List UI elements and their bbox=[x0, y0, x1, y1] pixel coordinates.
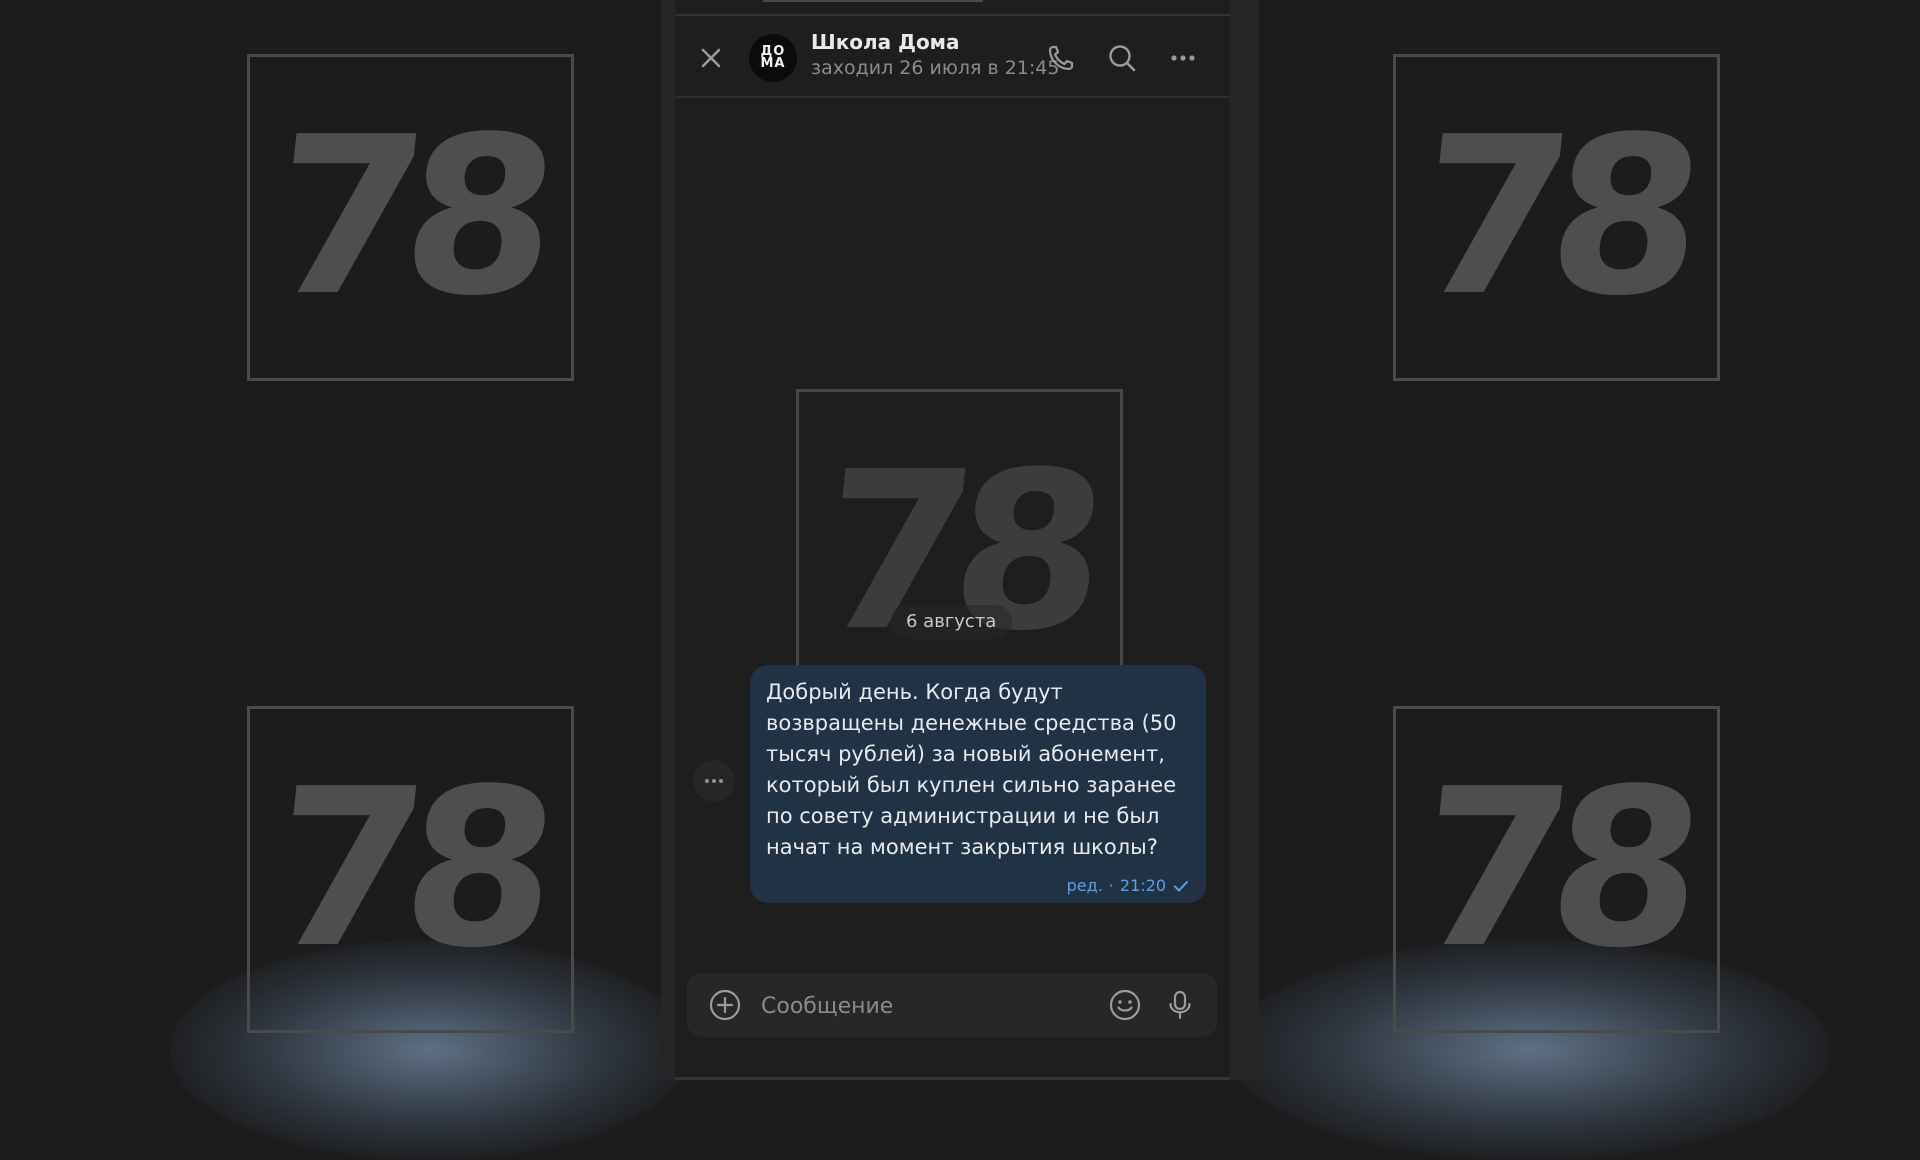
meta-separator: · bbox=[1108, 876, 1114, 895]
background-watermark-logo: 78 bbox=[247, 54, 574, 381]
chat-screen: ДО МА Школа Дома заходил 26 июля в 21:45… bbox=[675, 0, 1230, 1080]
chat-title[interactable]: Школа Дома bbox=[811, 30, 960, 54]
message-input[interactable] bbox=[759, 983, 1103, 1029]
more-icon[interactable] bbox=[1165, 40, 1201, 76]
avatar-text: МА bbox=[760, 56, 786, 71]
background-watermark-logo: 78 bbox=[1393, 54, 1720, 381]
background-watermark-logo: 78 bbox=[247, 706, 574, 1033]
message-meta: ред. · 21:20 bbox=[1067, 876, 1190, 895]
background-watermark-logo: 78 bbox=[1393, 706, 1720, 1033]
message-composer bbox=[687, 973, 1217, 1037]
edited-label: ред. bbox=[1066, 876, 1103, 895]
close-icon[interactable] bbox=[695, 42, 727, 74]
phone-icon[interactable] bbox=[1043, 40, 1079, 76]
emoji-icon[interactable] bbox=[1107, 987, 1143, 1023]
avatar[interactable]: ДО МА bbox=[749, 34, 797, 82]
search-icon[interactable] bbox=[1104, 40, 1140, 76]
date-separator: 6 августа bbox=[890, 605, 1013, 639]
more-horizontal-icon bbox=[705, 779, 723, 783]
microphone-icon[interactable] bbox=[1162, 987, 1198, 1023]
phone-frame: ДО МА Школа Дома заходил 26 июля в 21:45… bbox=[661, 0, 1259, 1080]
attach-plus-icon[interactable] bbox=[707, 987, 743, 1023]
message-time: 21:20 bbox=[1119, 876, 1166, 895]
chat-status: заходил 26 июля в 21:45 bbox=[811, 57, 1060, 79]
top-handle bbox=[763, 0, 983, 2]
message-bubble-outgoing[interactable]: Добрый день. Когда будут возвращены дене… bbox=[750, 665, 1206, 903]
message-text: Добрый день. Когда будут возвращены дене… bbox=[766, 680, 1177, 859]
message-actions-button[interactable] bbox=[693, 760, 735, 802]
top-strip bbox=[675, 0, 1230, 16]
chat-header: ДО МА Школа Дома заходил 26 июля в 21:45 bbox=[675, 16, 1230, 98]
check-icon bbox=[1174, 880, 1188, 891]
